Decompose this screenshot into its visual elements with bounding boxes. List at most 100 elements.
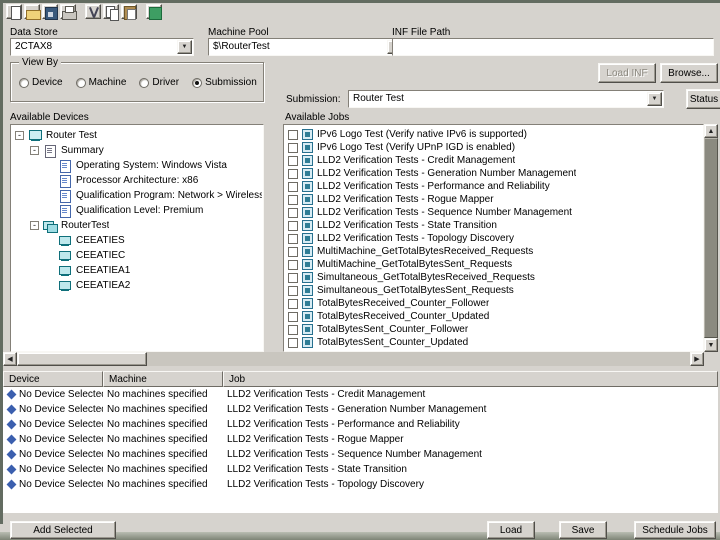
job-checkbox[interactable] [288,298,298,309]
table-row[interactable]: No Device Selected No machines specified L… [3,462,718,477]
grid-header-job[interactable]: Job [223,371,718,387]
job-item[interactable]: LLD2 Verification Tests - Sequence Numbe… [285,206,702,219]
job-item[interactable]: MultiMachine_GetTotalBytesSent_Requests [285,258,702,271]
viewby-option-machine[interactable]: Machine [75,77,126,88]
job-item[interactable]: LLD2 Verification Tests - Performance an… [285,180,702,193]
job-item[interactable]: LLD2 Verification Tests - Rogue Mapper [285,193,702,206]
scroll-left-icon[interactable] [3,352,17,366]
tree-item[interactable]: - Router Test [12,128,262,143]
job-item[interactable]: LLD2 Verification Tests - State Transiti… [285,219,702,232]
grid-header-device[interactable]: Device [3,371,103,387]
grid-header-machine[interactable]: Machine [103,371,223,387]
schedule-jobs-button[interactable]: Schedule Jobs [634,521,716,539]
scroll-right-icon[interactable] [690,352,704,366]
tree-item[interactable]: Qualification Level: Premium [12,203,262,218]
paste-icon[interactable] [121,4,137,20]
table-row[interactable]: No Device Selected No machines specified L… [3,387,718,402]
job-checkbox[interactable] [288,285,298,296]
table-row[interactable]: No Device Selected No machines specified L… [3,432,718,447]
tree-item[interactable]: Operating System: Windows Vista [12,158,262,173]
job-checkbox[interactable] [288,233,298,244]
submission-combobox[interactable]: Router Test [348,90,664,108]
job-checkbox[interactable] [288,259,298,270]
job-checkbox[interactable] [288,129,298,140]
viewby-option-submission[interactable]: Submission [192,77,257,88]
job-checkbox[interactable] [288,181,298,192]
scroll-down-icon[interactable] [704,338,718,352]
job-checkbox[interactable] [288,324,298,335]
job-checkbox[interactable] [288,194,298,205]
job-item[interactable]: MultiMachine_GetTotalBytesReceived_Reque… [285,245,702,258]
job-checkbox[interactable] [288,337,298,348]
run-icon[interactable] [146,4,162,20]
job-checkbox[interactable] [288,207,298,218]
save-button[interactable]: Save [559,521,607,539]
job-checkbox[interactable] [288,142,298,153]
job-item[interactable]: LLD2 Verification Tests - Generation Num… [285,167,702,180]
jobs-vscrollbar[interactable] [704,124,718,352]
tree-item[interactable]: CEEATIEC [12,248,262,263]
job-item[interactable]: LLD2 Verification Tests - Topology Disco… [285,232,702,245]
table-row[interactable]: No Device Selected No machines specified L… [3,417,718,432]
job-checkbox[interactable] [288,311,298,322]
inf-file-path-input[interactable] [392,38,714,56]
table-row[interactable]: No Device Selected No machines specified L… [3,402,718,417]
device-cell: No Device Selected [3,432,103,447]
status-button[interactable]: Status [686,89,720,109]
load-inf-button[interactable]: Load INF [598,63,656,83]
scrollbar-thumb[interactable] [17,352,147,366]
tree-item[interactable]: CEEATIES [12,233,262,248]
chevron-down-icon[interactable] [647,92,662,106]
table-row[interactable]: No Device Selected No machines specified L… [3,447,718,462]
inf-file-path-label: INF File Path [392,27,451,38]
machine-icon [58,280,73,292]
job-checkbox[interactable] [288,246,298,257]
job-item[interactable]: TotalBytesSent_Counter_Follower [285,323,702,336]
viewby-option-driver[interactable]: Driver [139,77,179,88]
new-document-icon[interactable] [6,4,22,20]
tree-item[interactable]: - RouterTest [12,218,262,233]
job-item[interactable]: LLD2 Verification Tests - Credit Managem… [285,154,702,167]
job-checkbox[interactable] [288,272,298,283]
job-item[interactable]: TotalBytesSent_Counter_Updated [285,336,702,349]
data-store-combobox[interactable]: 2CTAX8 [10,38,194,56]
job-item[interactable]: TotalBytesReceived_Counter_Follower [285,297,702,310]
scrollbar-thumb[interactable] [704,138,718,338]
page-icon [58,159,73,173]
main-hscrollbar[interactable] [3,352,704,366]
chevron-down-icon[interactable] [177,40,192,54]
viewby-option-device[interactable]: Device [19,77,63,88]
job-item[interactable]: IPv6 Logo Test (Verify UPnP IGD is enabl… [285,141,702,154]
job-item[interactable]: IPv6 Logo Test (Verify native IPv6 is su… [285,128,702,141]
tree-expander-icon[interactable]: - [30,146,39,155]
job-item[interactable]: Simultaneous_GetTotalBytesSent_Requests [285,284,702,297]
save-icon[interactable] [42,4,58,20]
job-label: LLD2 Verification Tests - Topology Disco… [317,233,514,244]
job-checkbox[interactable] [288,155,298,166]
tree-expander-icon[interactable]: - [15,131,24,140]
job-checkbox[interactable] [288,220,298,231]
tree-item[interactable]: - Summary [12,143,262,158]
open-folder-icon[interactable] [24,4,41,20]
cut-icon[interactable] [85,4,101,19]
load-button[interactable]: Load [487,521,535,539]
add-selected-button[interactable]: Add Selected [10,521,116,539]
job-item[interactable]: TotalBytesReceived_Counter_Updated [285,310,702,323]
tree-item[interactable]: CEEATIEA1 [12,263,262,278]
table-row[interactable]: No Device Selected No machines specified L… [3,477,718,492]
machine-pool-combobox[interactable]: $\RouterTest [208,38,404,56]
job-icon [302,168,313,179]
job-checkbox[interactable] [288,168,298,179]
print-icon[interactable] [60,4,77,20]
browse-button[interactable]: Browse... [660,63,718,83]
tree-item[interactable]: CEEATIEA2 [12,278,262,293]
tree-item-label: Summary [61,145,104,156]
machine-cell: No machines specified [107,404,208,415]
copy-icon[interactable] [103,4,119,21]
scroll-up-icon[interactable] [704,124,718,138]
job-item[interactable]: Simultaneous_GetTotalBytesReceived_Reque… [285,271,702,284]
tree-expander-icon[interactable]: - [30,221,39,230]
tree-item[interactable]: Processor Architecture: x86 [12,173,262,188]
tree-item[interactable]: Qualification Program: Network > Wireles… [12,188,262,203]
device-cell: No Device Selected [3,417,103,432]
